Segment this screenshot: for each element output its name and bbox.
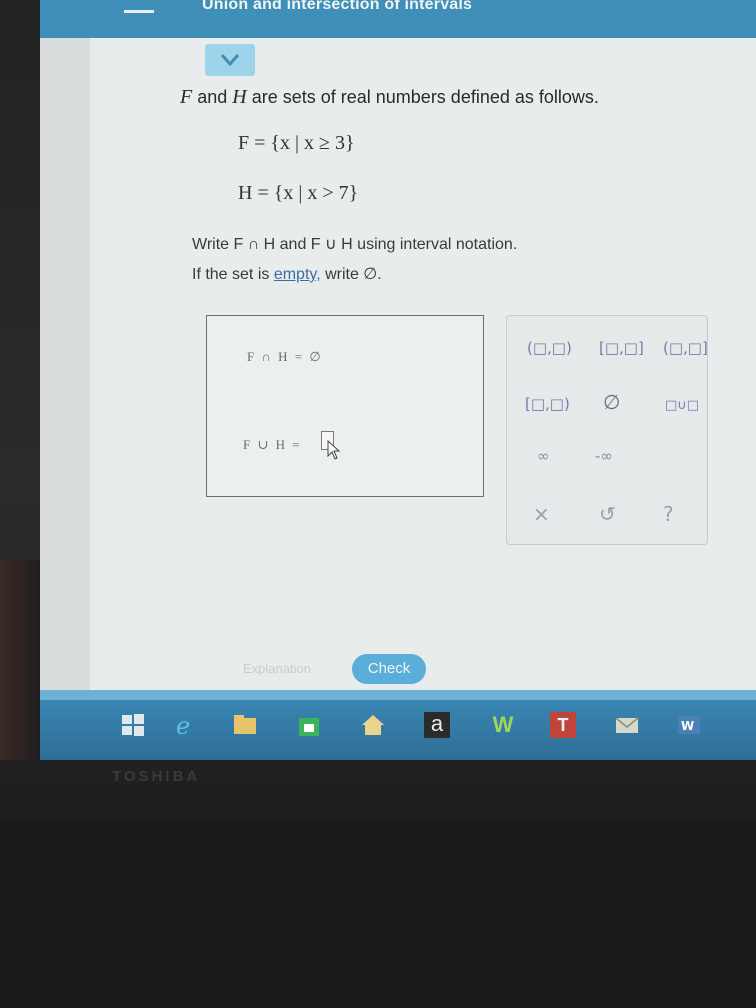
chevron-down-icon xyxy=(220,54,240,67)
empty-link[interactable]: empty, xyxy=(274,266,321,283)
page-title: Union and intersection of intervals xyxy=(202,0,473,13)
top-bar: Union and intersection of intervals xyxy=(40,0,756,38)
closed-closed-interval-button[interactable]: [□,□] xyxy=(599,338,644,358)
menu-icon[interactable] xyxy=(124,10,154,13)
undo-button[interactable]: ↺ xyxy=(599,504,616,524)
problem-statement: F and H are sets of real numbers defined… xyxy=(180,86,599,108)
screen: Union and intersection of intervals F an… xyxy=(40,0,756,760)
store-icon[interactable] xyxy=(296,712,322,738)
taskbar-strip xyxy=(40,690,756,700)
home-icon[interactable] xyxy=(360,712,386,738)
empty-set-button[interactable]: ∅ xyxy=(603,392,620,412)
internet-explorer-icon[interactable]: e xyxy=(172,712,198,738)
taskbar: e a W T W xyxy=(40,690,756,760)
app-w-icon[interactable]: W xyxy=(490,712,516,738)
union-button[interactable]: □∪□ xyxy=(665,396,699,416)
instruction-line-2: If the set is empty, write ∅. xyxy=(192,266,382,283)
check-button[interactable]: Check xyxy=(352,654,426,684)
file-explorer-icon[interactable] xyxy=(232,712,258,738)
mouse-pointer-icon xyxy=(327,440,341,460)
windows-start-icon[interactable] xyxy=(120,712,146,738)
amazon-icon[interactable]: a xyxy=(424,712,450,738)
hand-shadow xyxy=(0,560,40,760)
laptop-brand-logo: TOSHIBA xyxy=(112,768,201,785)
negative-infinity-button[interactable]: -∞ xyxy=(595,446,613,466)
infinity-button[interactable]: ∞ xyxy=(537,446,550,466)
closed-open-interval-button[interactable]: [□,□) xyxy=(525,394,570,414)
answer-box[interactable]: F ∩ H = ∅ F ∪ H = xyxy=(206,315,484,497)
intersection-answer: F ∩ H = ∅ xyxy=(247,349,323,364)
problem-panel: F and H are sets of real numbers defined… xyxy=(90,38,756,690)
union-label: F ∪ H = xyxy=(243,437,302,452)
svg-text:W: W xyxy=(681,719,694,733)
app-t-icon[interactable]: T xyxy=(550,712,576,738)
math-keypad: (□,□) [□,□] (□,□] [□,□) ∅ □∪□ ∞ -∞ × ↺ ? xyxy=(506,315,708,545)
clear-button[interactable]: × xyxy=(533,504,550,524)
open-open-interval-button[interactable]: (□,□) xyxy=(527,338,572,358)
explanation-button[interactable]: Explanation xyxy=(230,659,324,679)
mail-icon[interactable] xyxy=(614,712,640,738)
svg-text:e: e xyxy=(176,712,190,738)
set-f-definition: F = {x | x ≥ 3} xyxy=(238,132,355,154)
word-icon[interactable]: W xyxy=(676,712,702,738)
help-button[interactable]: ? xyxy=(663,504,674,524)
instruction-line-1: Write F ∩ H and F ∪ H using interval not… xyxy=(192,236,518,253)
open-closed-interval-button[interactable]: (□,□] xyxy=(663,338,708,358)
set-h-definition: H = {x | x > 7} xyxy=(238,182,359,204)
collapse-button[interactable] xyxy=(205,44,255,76)
